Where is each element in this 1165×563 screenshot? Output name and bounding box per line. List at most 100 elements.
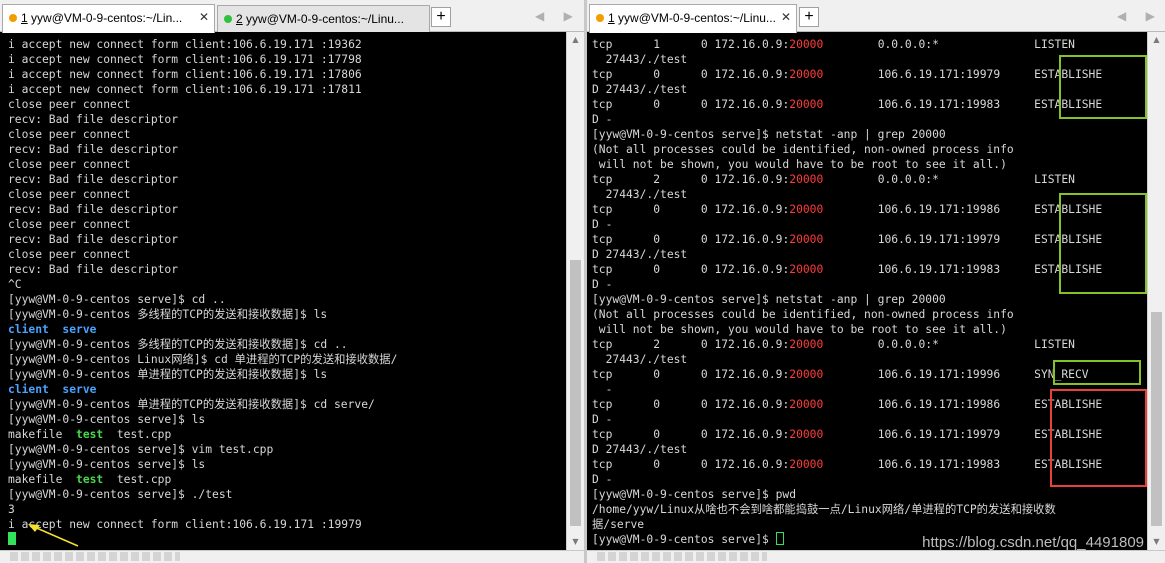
terminal-line: 27443/./test [592,188,688,201]
proto: tcp [592,338,654,351]
left-tab-1[interactable]: 1 yyw@VM-0-9-centos:~/Lin... ✕ [2,4,215,33]
proto: tcp [592,398,654,411]
tab-number: 2 [236,12,243,26]
new-tab-button[interactable]: + [799,7,819,27]
proto: tcp [592,263,654,276]
terminal-line: close peer connect [8,158,131,171]
local-port: 20000 [789,263,824,276]
terminal-line: close peer connect [8,218,131,231]
terminal-line: i accept new connect form client:106.6.1… [8,518,362,531]
right-scrollbar[interactable]: ▲ ▼ [1147,32,1165,550]
local-address: 172.16.0.9: [714,38,790,51]
terminal-line: i accept new connect form client:106.6.1… [8,68,362,81]
terminal-line: D 27443/./test [592,443,688,456]
left-scrollbar[interactable]: ▲ ▼ [566,32,584,550]
right-terminal-output[interactable]: tcp 1 0 172.16.0.9:20000 0.0.0.0:* LISTE… [587,32,1147,550]
proto: tcp [592,173,654,186]
scroll-thumb[interactable] [570,260,581,526]
scroll-up-icon[interactable]: ▲ [567,32,584,48]
connection-state: ESTABLISHE [1034,458,1103,471]
right-terminal-pane: 1 yyw@VM-0-9-centos:~/Linu... ✕ + ◀ ▶ tc… [587,0,1165,563]
session-status-icon [9,14,17,22]
foreign-address: 106.6.19.171:19979 [877,68,1035,81]
proto: tcp [592,203,654,216]
terminal-cursor [775,532,784,545]
foreign-address: 106.6.19.171:19986 [877,203,1035,216]
connection-state: ESTABLISHE [1034,68,1103,81]
local-port: 20000 [789,368,824,381]
local-address: 172.16.0.9: [714,173,790,186]
ls-separator [49,383,63,396]
netstat-row: tcp 0 0 172.16.0.9:20000 106.6.19.171:19… [592,427,1147,442]
local-address: 172.16.0.9: [714,98,790,111]
scroll-thumb[interactable] [1151,312,1162,526]
connection-state: LISTEN [1034,338,1075,351]
tab-scroll-arrows-icon[interactable]: ◀ ▶ [1117,9,1163,23]
local-address: 172.16.0.9: [714,368,790,381]
send-q: 0 [700,38,715,51]
local-port: 20000 [789,68,824,81]
left-terminal-output[interactable]: i accept new connect form client:106.6.1… [0,32,566,550]
terminal-line: [yyw@VM-0-9-centos 单进程的TCP的发送和接收数据]$ cd … [8,398,375,411]
new-tab-button[interactable]: + [431,7,451,27]
proto: tcp [592,98,654,111]
proto: tcp [592,233,654,246]
foreign-address: 0.0.0.0:* [877,338,1035,351]
terminal-cursor-line[interactable] [8,532,566,547]
tab-scroll-arrows-icon[interactable]: ◀ ▶ [535,9,581,23]
prompt-text: [yyw@VM-0-9-centos serve]$ [592,533,776,546]
left-terminal-pane: 1 yyw@VM-0-9-centos:~/Lin... ✕ 2 yyw@VM-… [0,0,584,563]
recv-q: 0 [653,98,701,111]
foreign-address: 0.0.0.0:* [877,173,1035,186]
send-q: 0 [700,263,715,276]
local-address: 172.16.0.9: [714,263,790,276]
proto: tcp [592,368,654,381]
terminal-line: D - [592,413,613,426]
terminal-line: recv: Bad file descriptor [8,203,179,216]
connection-state: ESTABLISHE [1034,263,1103,276]
terminal-line: close peer connect [8,98,131,111]
recv-q: 0 [653,68,701,81]
terminal-line: 27443/./test [592,353,688,366]
terminal-line: i accept new connect form client:106.6.1… [8,38,362,51]
recv-q: 0 [653,398,701,411]
close-tab-icon[interactable]: ✕ [781,10,791,24]
terminal-line: close peer connect [8,188,131,201]
file-name: makefile [8,473,77,486]
watermark-text: https://blog.csdn.net/qq_4491809 [922,534,1144,551]
terminal-line: recv: Bad file descriptor [8,113,179,126]
send-q: 0 [700,428,715,441]
foreign-address: 106.6.19.171:19983 [877,263,1035,276]
directory-name: serve [62,383,97,396]
netstat-row: tcp 0 0 172.16.0.9:20000 106.6.19.171:19… [592,262,1147,277]
netstat-row: tcp 2 0 172.16.0.9:20000 0.0.0.0:* LISTE… [592,337,1147,352]
terminal-line: 据/serve [592,518,645,531]
local-port: 20000 [789,38,824,51]
terminal-line: [yyw@VM-0-9-centos serve]$ netstat -anp … [592,128,946,141]
left-tab-2[interactable]: 2 yyw@VM-0-9-centos:~/Linu... [217,5,430,32]
right-tab-1[interactable]: 1 yyw@VM-0-9-centos:~/Linu... ✕ [589,4,797,33]
scroll-down-icon[interactable]: ▼ [567,534,584,550]
recv-q: 0 [653,458,701,471]
scroll-down-icon[interactable]: ▼ [1148,534,1165,550]
local-address: 172.16.0.9: [714,338,790,351]
directory-name: client [8,323,49,336]
terminal-line: D 27443/./test [592,248,688,261]
local-address: 172.16.0.9: [714,203,790,216]
scroll-up-icon[interactable]: ▲ [1148,32,1165,48]
netstat-row: tcp 0 0 172.16.0.9:20000 106.6.19.171:19… [592,67,1147,82]
proto: tcp [592,68,654,81]
close-tab-icon[interactable]: ✕ [199,10,209,24]
netstat-row: tcp 0 0 172.16.0.9:20000 106.6.19.171:19… [592,232,1147,247]
netstat-row: tcp 0 0 172.16.0.9:20000 106.6.19.171:19… [592,457,1147,472]
terminal-line: - [592,383,613,396]
proto: tcp [592,458,654,471]
proto: tcp [592,428,654,441]
foreign-address: 106.6.19.171:19986 [877,398,1035,411]
recv-q: 0 [653,263,701,276]
local-address: 172.16.0.9: [714,428,790,441]
connection-state: ESTABLISHE [1034,398,1103,411]
send-q: 0 [700,98,715,111]
